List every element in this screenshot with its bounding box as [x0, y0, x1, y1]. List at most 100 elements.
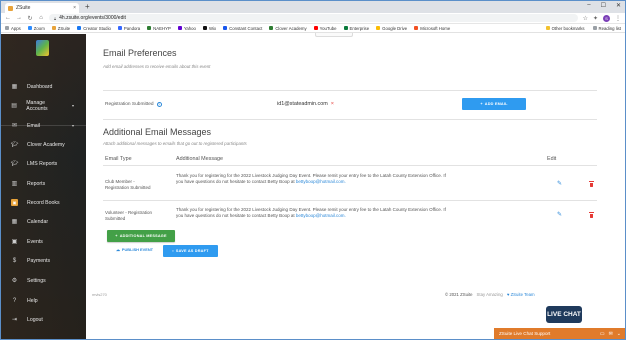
plus-icon: +	[115, 234, 118, 238]
version-label: mvls270	[92, 292, 107, 297]
new-tab-button[interactable]: +	[85, 2, 90, 11]
save-icon: ▪	[172, 249, 174, 253]
report-icon: ▥	[11, 181, 18, 187]
add-email-button[interactable]: + ADD EMAIL	[462, 98, 526, 110]
chevron-down-icon: ▾	[71, 123, 74, 128]
live-chat-badge[interactable]: LIVE CHAT	[546, 306, 582, 323]
enterprise-icon	[343, 26, 348, 30]
sidebar-item-clover-academy[interactable]: 🎓︎ Clover Academy	[1, 138, 86, 151]
sidebar-item-calendar[interactable]: ▦ Calendar	[1, 215, 86, 228]
google-drive-icon	[376, 26, 381, 30]
sidebar-item-dashboard[interactable]: ▦ Dashboard	[1, 80, 86, 93]
reload-icon[interactable]: ↻	[27, 15, 33, 22]
apps-icon	[5, 26, 9, 30]
creator-studio-icon	[77, 26, 82, 30]
zsuite-team-link[interactable]: ♥︎ ZSuite Team	[507, 292, 535, 297]
maximize-button[interactable]: ☐	[601, 2, 606, 9]
chevron-down-icon[interactable]: ⌄	[617, 331, 621, 337]
profile-avatar[interactable]: S	[603, 14, 610, 22]
bookmark-item[interactable]: Google Drive	[376, 26, 407, 31]
browser-menu-icon[interactable]: ⋮	[615, 15, 621, 22]
bookmark-item[interactable]: ZSuite	[51, 26, 70, 31]
bookmark-item[interactable]: Pandora	[117, 26, 140, 31]
email-preferences-subtitle: Add email addresses to receive emails ab…	[103, 64, 211, 69]
reading-list[interactable]: Reading list	[592, 26, 621, 31]
chat-bubble-icon[interactable]: ▭	[600, 331, 605, 337]
tab-title: ZSuite	[16, 5, 31, 11]
divider	[103, 200, 597, 201]
live-chat-bar[interactable]: ZSuite Live Chat Support ▭ ✉ ⌄	[494, 328, 625, 339]
sidebar-item-payments[interactable]: $ Payments	[1, 254, 86, 267]
back-icon[interactable]: ←	[5, 15, 11, 21]
microsoft-icon	[414, 26, 419, 30]
tab-close-icon[interactable]: ×	[73, 5, 76, 11]
publish-event-button[interactable]: ☁ PUBLISH EVENT	[116, 247, 153, 252]
registration-submitted-label: Registration Submitted ?	[105, 102, 162, 107]
bookmark-item[interactable]: Constant Contact	[223, 26, 262, 31]
bookmark-star-icon[interactable]: ☆	[583, 15, 588, 22]
bookmark-item[interactable]: Microsoft Home	[414, 26, 450, 31]
delete-trash-icon[interactable]	[589, 181, 594, 187]
bookmark-item[interactable]: NAEHYP	[147, 26, 171, 31]
email-link[interactable]: bettyboop@hotmail.com.	[296, 179, 346, 184]
close-window-button[interactable]: ✕	[616, 2, 621, 9]
cap-icon: 🎓︎	[10, 161, 19, 167]
browser-window: ZSuite × + – ☐ ✕ ← → ↻ ⌂ 🔒︎ 4h.zsuite.or…	[0, 0, 626, 340]
pandora-icon	[117, 26, 122, 30]
bookmark-item[interactable]: Wix	[202, 26, 216, 31]
address-bar-row: ← → ↻ ⌂ 🔒︎ 4h.zsuite.org/events/3000/edi…	[1, 13, 625, 24]
help-icon[interactable]: ?	[156, 102, 162, 107]
email-link[interactable]: bettyboop@hotmail.com.	[296, 213, 346, 218]
divider	[103, 90, 597, 91]
url-field[interactable]: 🔒︎ 4h.zsuite.org/events/3000/edit	[49, 14, 578, 22]
sidebar-item-manage-accounts[interactable]: ▤ Manage Accounts ▾	[1, 99, 86, 112]
extensions-icon[interactable]: ✦	[593, 15, 598, 22]
additional-message-button[interactable]: + ADDITIONAL MESSAGE	[107, 230, 175, 242]
tab-strip: ZSuite × + – ☐ ✕	[1, 1, 625, 13]
bookmark-item[interactable]: Zoom	[27, 26, 45, 31]
sidebar-item-lms-reports[interactable]: 🎓︎ LMS Reports	[1, 157, 86, 170]
row-message: Thank you for registering for the 2022 L…	[176, 207, 446, 218]
book-icon: ▣	[11, 199, 18, 206]
sidebar-item-logout[interactable]: ⇥ Logout	[1, 313, 86, 326]
logout-icon: ⇥	[11, 317, 18, 323]
chevron-down-icon: ▾	[71, 103, 74, 108]
remove-email-icon[interactable]: ×	[331, 101, 334, 107]
bookmark-item[interactable]: Enterprise	[343, 26, 369, 31]
sidebar-item-settings[interactable]: ⚙ Settings	[1, 274, 86, 287]
home-icon[interactable]: ⌂	[38, 15, 44, 21]
edit-pencil-icon[interactable]: ✎	[557, 180, 562, 187]
zsuite-logo[interactable]	[36, 40, 49, 56]
edit-pencil-icon[interactable]: ✎	[557, 211, 562, 218]
delete-trash-icon[interactable]	[589, 212, 594, 218]
minimize-button[interactable]: –	[587, 2, 590, 9]
gear-icon: ⚙	[11, 278, 18, 284]
column-header-email-type: Email Type	[105, 156, 132, 162]
bookmark-item[interactable]: Creator Studio	[77, 26, 111, 31]
sidebar-item-record-books[interactable]: ▣ Record Books	[1, 196, 86, 209]
bookmarks-bar: Apps Zoom ZSuite Creator Studio Pandora …	[1, 24, 625, 33]
yahoo-icon	[177, 26, 182, 30]
bookmark-item[interactable]: YouTube	[313, 26, 337, 31]
bookmarks-right: Other bookmarks Reading list	[545, 26, 621, 31]
bookmark-item[interactable]: Apps	[5, 26, 21, 31]
card-edge	[315, 33, 353, 37]
sidebar-item-email[interactable]: ✉ Email ▾	[1, 119, 86, 132]
wix-icon	[202, 26, 207, 30]
sidebar-item-help[interactable]: ? Help	[1, 294, 86, 307]
folder-icon	[545, 26, 550, 30]
chat-message-icon[interactable]: ✉	[609, 331, 613, 337]
email-address: id1@stateadmin.com	[277, 101, 328, 107]
bookmark-item[interactable]: Clover Academy	[269, 26, 307, 31]
row-message: Thank you for registering for the 2022 L…	[176, 173, 446, 184]
save-as-draft-button[interactable]: ▪ SAVE AS DRAFT	[163, 245, 218, 257]
sidebar-item-events[interactable]: ▣ Events	[1, 235, 86, 248]
bookmark-item[interactable]: Yahoo	[177, 26, 196, 31]
sidebar-item-reports[interactable]: ▥ Reports	[1, 177, 86, 190]
youtube-icon	[313, 26, 318, 30]
forward-icon[interactable]: →	[16, 15, 22, 21]
other-bookmarks[interactable]: Other bookmarks	[545, 26, 585, 31]
naehyp-icon	[147, 26, 152, 30]
browser-tab[interactable]: ZSuite ×	[5, 3, 79, 13]
zsuite-favicon-icon	[8, 5, 13, 11]
